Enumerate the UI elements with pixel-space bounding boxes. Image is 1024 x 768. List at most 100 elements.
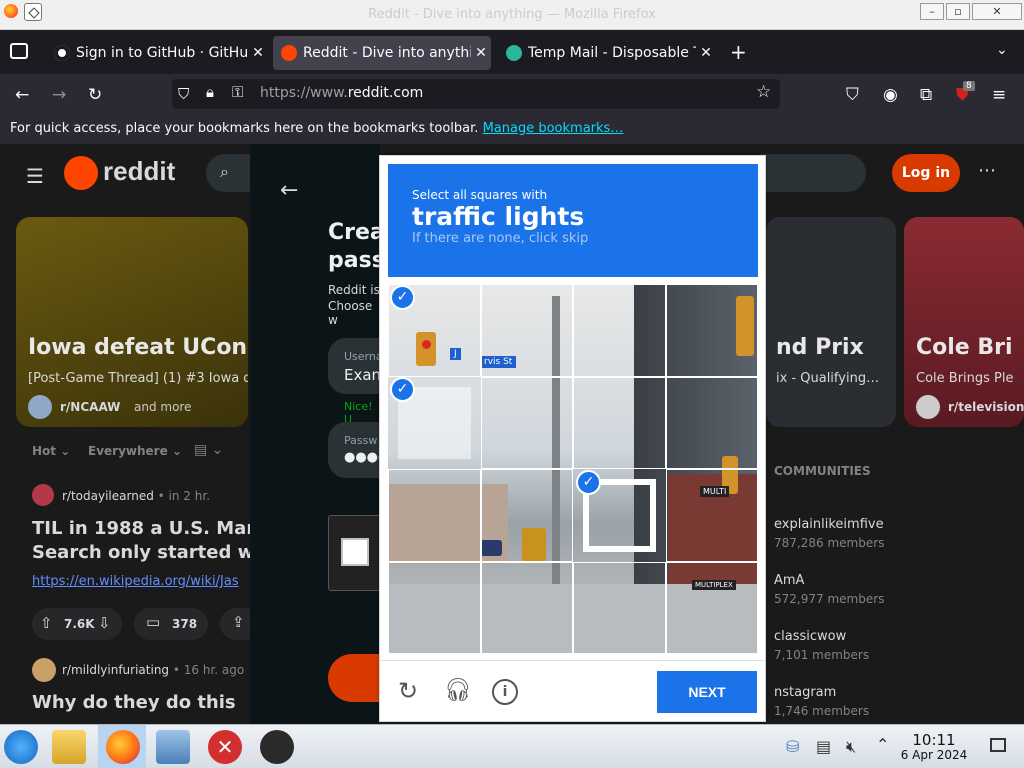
url-domain: reddit.com [347,85,424,101]
close-tab-icon[interactable]: ✕ [248,45,268,61]
layout-icon[interactable]: ▤ ⌄ [194,442,223,458]
show-desktop-icon[interactable] [990,738,1006,752]
grid-cell[interactable] [665,469,758,562]
featured-community[interactable]: r/NCAAW [60,400,120,414]
headphones-icon[interactable]: 🎧︎ [444,678,472,703]
featured-title: Iowa defeat UConn [28,335,248,360]
file-manager-icon[interactable] [52,730,86,764]
forward-button[interactable]: → [52,85,66,105]
firefox-icon[interactable] [106,730,140,764]
login-button[interactable]: Log in [892,154,960,192]
community-name[interactable]: nstagram [774,685,836,700]
post-community[interactable]: r/mildlyinfuriating [62,663,169,677]
info-icon[interactable]: i [492,679,518,705]
reload-button[interactable]: ↻ [88,85,102,105]
back-button[interactable]: ← [15,85,29,105]
community-name[interactable]: explainlikeimfive [774,517,884,532]
network-icon[interactable]: ⛁ [786,737,799,756]
back-arrow-icon[interactable]: ← [280,178,298,203]
sort-location-dropdown[interactable]: Everywhere ⌄ [88,444,182,458]
key-icon[interactable]: ⚿ [232,83,243,101]
close-tab-icon[interactable]: ✕ [696,45,716,61]
grid-cell[interactable] [665,376,758,469]
community-members: 572,977 members [774,592,885,606]
captcha-challenge: Select all squares with traffic lights I… [379,155,766,722]
reddit-logo-icon[interactable] [64,156,98,190]
start-button[interactable] [4,730,38,764]
more-options-icon[interactable]: ⋯ [978,160,996,181]
grid-cell[interactable] [573,561,666,654]
tab-reddit[interactable]: Reddit - Dive into anything ✕ [273,36,491,70]
new-tab-button[interactable]: + [730,40,747,64]
grid-cell[interactable] [388,561,481,654]
post-title[interactable]: Why do they do this [32,692,236,713]
communities-header: COMMUNITIES [774,464,871,478]
featured-card[interactable]: Iowa defeat UConn [Post-Game Thread] (1)… [16,217,248,427]
maximize-button[interactable]: ▫ [946,3,970,20]
featured-community[interactable]: r/television [948,400,1024,414]
url-bar[interactable]: ⛉ 🔒︎ ⚿ https://www.reddit.com ☆ [172,79,780,109]
grid-cell[interactable] [665,561,758,654]
check-icon: ✓ [576,470,601,495]
featured-card[interactable]: Cole Bri Cole Brings Ple r/television [904,217,1024,427]
tab-tempmail[interactable]: Temp Mail - Disposable Temporary Email ✕ [498,36,716,70]
tab-github[interactable]: Sign in to GitHub · GitHub ✕ [46,36,268,70]
github-icon [54,45,70,61]
account-icon[interactable]: ◉ [883,85,898,105]
manage-bookmarks-link[interactable]: Manage bookmarks… [483,121,624,136]
recaptcha-checkbox[interactable] [341,538,369,566]
tray-chevron-icon[interactable]: ⌃ [876,735,889,754]
shield-icon[interactable]: ⛉ [178,85,189,103]
post-link[interactable]: https://en.wikipedia.org/wiki/Jas [32,574,239,589]
bookmark-star-icon[interactable]: ☆ [756,82,771,102]
taskbar: ✕ ⛁ ▤ 🔇︎ ⌃ 10:11 6 Apr 2024 [0,724,1024,768]
grid-cell[interactable] [388,469,481,562]
upvote-icon[interactable]: ⇧ [40,614,53,632]
sort-hot-dropdown[interactable]: Hot ⌄ [32,444,70,458]
minimize-button[interactable]: – [920,3,944,20]
volume-muted-icon[interactable]: 🔇︎ [846,737,856,757]
close-tab-icon[interactable]: ✕ [471,45,491,61]
grid-cell[interactable] [480,284,573,377]
comment-icon: ▭ [146,613,161,631]
post-title[interactable]: TIL in 1988 a U.S. Marine [32,518,286,539]
chevron-down-icon[interactable]: ⌄ [996,42,1008,58]
extensions-icon[interactable]: ⧉ [920,85,932,105]
post-time: • in 2 hr. [157,489,211,503]
grid-cell[interactable] [480,376,573,469]
community-name[interactable]: classicwow [774,629,846,644]
app-icon[interactable] [260,730,294,764]
menu-icon[interactable]: ≡ [992,85,1006,105]
featured-subtitle: Cole Brings Ple [916,371,1014,386]
bookmarks-bar: For quick access, place your bookmarks h… [0,116,1024,144]
reload-icon[interactable]: ↻ [398,677,418,705]
navigation-bar: ← → ↻ ⛉ 🔒︎ ⚿ https://www.reddit.com ☆ ⛉ … [0,74,1024,116]
reddit-logo-text[interactable]: reddit [103,156,175,187]
community-name[interactable]: AmA [774,573,804,588]
clock-date[interactable]: 6 Apr 2024 [896,748,972,762]
next-button[interactable]: NEXT [657,671,757,713]
captcha-instruction: Select all squares with [412,188,548,202]
grid-cell[interactable] [665,284,758,377]
close-window-button[interactable]: ✕ [972,3,1022,20]
downvote-icon[interactable]: ⇩ [98,614,111,632]
clock-time[interactable]: 10:11 [900,731,968,749]
grid-cell[interactable] [480,469,573,562]
hamburger-icon[interactable]: ☰ [26,164,44,188]
search-bar-end[interactable] [760,154,866,192]
error-icon[interactable]: ✕ [208,730,242,764]
grid-cell[interactable] [573,376,666,469]
window-title: Reddit - Dive into anything — Mozilla Fi… [368,7,656,22]
tab-bar: Sign in to GitHub · GitHub ✕ Reddit - Di… [0,30,1024,74]
grid-cell[interactable] [573,284,666,377]
vote-count: 7.6K [64,617,95,631]
lock-icon[interactable]: 🔒︎ [206,83,214,101]
clipboard-icon[interactable]: ▤ [816,737,831,756]
control-panel-icon[interactable] [156,730,190,764]
pocket-icon[interactable]: ⛉ [846,85,859,105]
featured-card[interactable]: nd Prix ix - Qualifying… [766,217,896,427]
grid-cell[interactable] [480,561,573,654]
post-community[interactable]: r/todayilearned [62,489,154,503]
share-icon: ⇪ [232,613,245,631]
tab-list-icon[interactable] [10,43,28,59]
